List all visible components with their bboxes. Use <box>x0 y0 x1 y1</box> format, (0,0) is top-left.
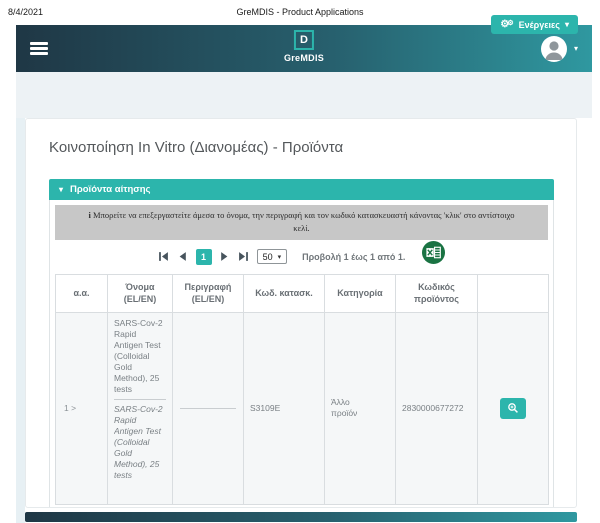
description-cell[interactable] <box>173 312 244 504</box>
current-page-button[interactable]: 1 <box>196 249 212 265</box>
last-page-button[interactable] <box>238 251 250 263</box>
row-actions-cell <box>478 312 549 504</box>
app-logo[interactable]: D GreMDIS <box>284 30 324 63</box>
last-page-icon <box>238 251 249 262</box>
zoom-in-icon <box>507 402 519 414</box>
el-en-divider <box>114 399 166 400</box>
panel-title: Προϊόντα αίτησης <box>70 184 151 195</box>
col-header-manufacturer-code: Κωδ. κατασκ. <box>244 274 325 312</box>
row-index-cell[interactable]: 1 > <box>56 312 108 504</box>
actions-chevron-down-icon: ▾ <box>565 20 569 29</box>
table-header-row: α.α. Όνομα (EL/EN) Περιγραφή (EL/EN) Κωδ… <box>56 274 549 312</box>
col-header-actions <box>478 274 549 312</box>
products-table: α.α. Όνομα (EL/EN) Περιγραφή (EL/EN) Κωδ… <box>55 274 549 505</box>
export-excel-button[interactable] <box>422 241 445 264</box>
actions-label: Ενέργειες <box>519 20 560 30</box>
page-size-value: 50 <box>263 252 273 262</box>
app-name: GreMDIS <box>284 53 324 63</box>
products-panel: ▾ Προϊόντα αίτησης i Μπορείτε να επεξεργ… <box>49 179 554 508</box>
left-margin-strip <box>16 118 25 523</box>
hamburger-menu-icon[interactable] <box>30 42 48 55</box>
page-title: Κοινοποίηση In Vitro (Διανομέας) - Προϊό… <box>49 139 576 156</box>
toolbar-band <box>16 72 592 118</box>
info-text: Μπορείτε να επεξεργαστείτε άμεσα το όνομ… <box>93 210 514 233</box>
col-header-category: Κατηγορία <box>325 274 396 312</box>
user-menu-button[interactable]: ▾ <box>541 36 578 62</box>
el-en-divider <box>180 408 236 409</box>
table-row: 1 > SARS-Cov-2 Rapid Antigen Test (Collo… <box>56 312 549 504</box>
next-page-button[interactable] <box>219 251 231 263</box>
logo-letter: D <box>294 30 314 50</box>
name-cell[interactable]: SARS-Cov-2 Rapid Antigen Test (Colloidal… <box>108 312 173 504</box>
name-el-text: SARS-Cov-2 Rapid Antigen Test (Colloidal… <box>114 318 166 395</box>
actions-button[interactable]: ⚙⚙ Ενέργειες ▾ <box>491 15 578 34</box>
info-icon: i <box>89 210 91 220</box>
panel-header-toggle[interactable]: ▾ Προϊόντα αίτησης <box>49 179 554 200</box>
user-menu-chevron-icon: ▾ <box>574 44 578 53</box>
app-footer-bar <box>25 512 577 522</box>
pagination-summary: Προβολή 1 έως 1 από 1. <box>302 252 405 262</box>
manufacturer-code-cell[interactable]: S3109E <box>244 312 325 504</box>
category-text: Άλλο προϊόν <box>331 397 369 419</box>
page-size-select[interactable]: 50 ▾ <box>257 249 288 264</box>
next-page-icon <box>219 251 230 262</box>
chevron-down-icon: ▾ <box>59 185 63 194</box>
panel-body: i Μπορείτε να επεξεργαστείτε άμεσα το όν… <box>49 200 554 508</box>
previous-page-button[interactable] <box>177 251 189 263</box>
first-page-icon <box>158 251 169 262</box>
previous-page-icon <box>177 251 188 262</box>
select-chevron-down-icon: ▾ <box>278 253 282 261</box>
info-message: i Μπορείτε να επεξεργαστείτε άμεσα το όν… <box>55 205 548 240</box>
gears-icon: ⚙⚙ <box>500 20 513 30</box>
col-header-index: α.α. <box>56 274 108 312</box>
product-code-cell: 2830000677272 <box>396 312 478 504</box>
col-header-name: Όνομα (EL/EN) <box>108 274 173 312</box>
content-card: Κοινοποίηση In Vitro (Διανομέας) - Προϊό… <box>25 118 577 508</box>
col-header-description: Περιγραφή (EL/EN) <box>173 274 244 312</box>
person-icon <box>541 36 567 62</box>
view-product-button[interactable] <box>500 398 526 419</box>
name-en-text: SARS-Cov-2 Rapid Antigen Test (Colloidal… <box>114 404 166 481</box>
col-header-product-code: Κωδικός προϊόντος <box>396 274 478 312</box>
pagination-bar: 1 50 ▾ Προβολή 1 έως 1 από 1. <box>55 240 548 274</box>
user-avatar <box>541 36 567 62</box>
first-page-button[interactable] <box>158 251 170 263</box>
category-cell: Άλλο προϊόν <box>325 312 396 504</box>
excel-icon <box>422 241 445 264</box>
